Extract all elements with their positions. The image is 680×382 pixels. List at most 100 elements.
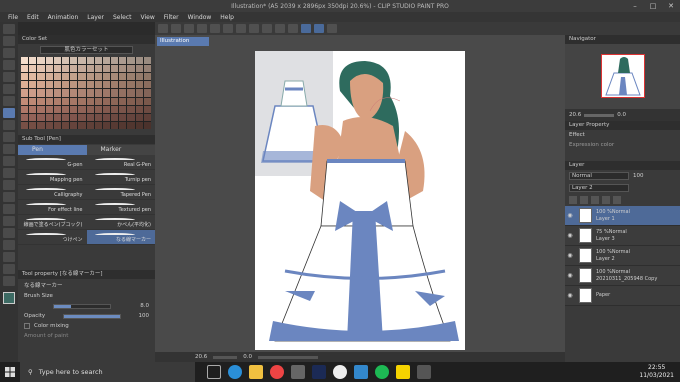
color-swatch[interactable]	[53, 113, 61, 121]
color-swatch[interactable]	[45, 81, 53, 89]
decoration-tool-icon[interactable]	[3, 156, 15, 166]
color-swatch[interactable]	[53, 89, 61, 97]
color-swatch[interactable]	[94, 105, 102, 113]
layer-row[interactable]: ◉ 100 %Normal 20210311_205948 Copy	[565, 266, 680, 286]
color-swatch[interactable]	[135, 65, 143, 73]
brush-item[interactable]: つけペン	[18, 230, 87, 245]
color-swatch[interactable]	[61, 97, 70, 105]
color-swatch[interactable]	[143, 89, 151, 97]
color-swatch[interactable]	[78, 97, 86, 105]
sticky-notes-icon[interactable]	[396, 365, 410, 379]
color-swatch[interactable]	[111, 57, 119, 65]
menu-select[interactable]: Select	[113, 14, 132, 21]
color-swatch[interactable]	[45, 105, 53, 113]
color-swatch[interactable]	[86, 105, 94, 113]
color-swatch[interactable]	[127, 97, 135, 105]
color-swatch[interactable]	[102, 57, 111, 65]
color-swatch[interactable]	[119, 89, 127, 97]
color-swatch[interactable]	[45, 65, 53, 73]
color-swatch[interactable]	[102, 97, 111, 105]
color-swatch[interactable]	[53, 57, 61, 65]
color-swatch[interactable]	[78, 113, 86, 121]
color-swatch[interactable]	[143, 57, 151, 65]
brush-size-row[interactable]: Brush Size	[18, 291, 155, 301]
color-swatch[interactable]	[86, 81, 94, 89]
color-swatch[interactable]	[86, 89, 94, 97]
menu-filter[interactable]: Filter	[164, 14, 179, 21]
brush-item[interactable]: Mapping pen	[18, 170, 87, 185]
airbrush-tool-icon[interactable]	[3, 144, 15, 154]
blend-tool-icon[interactable]	[3, 180, 15, 190]
mask-icon[interactable]	[602, 196, 610, 204]
navigator-zoom-slider[interactable]	[584, 113, 615, 117]
brush-item[interactable]: なる線マーカー	[86, 230, 155, 245]
color-swatch[interactable]	[135, 57, 143, 65]
color-swatch[interactable]	[45, 121, 53, 129]
color-swatch[interactable]	[70, 89, 78, 97]
layer-row[interactable]: ◉ 100 %Normal Layer 1	[565, 206, 680, 226]
color-swatch[interactable]	[102, 105, 111, 113]
color-swatch[interactable]	[70, 81, 78, 89]
color-swatch[interactable]	[135, 105, 143, 113]
color-swatch[interactable]	[78, 89, 86, 97]
file-explorer-icon[interactable]	[249, 365, 263, 379]
menu-layer[interactable]: Layer	[87, 14, 104, 21]
text-tool-icon[interactable]	[3, 252, 15, 262]
color-swatch[interactable]	[86, 113, 94, 121]
color-swatch[interactable]	[45, 97, 53, 105]
chrome-icon[interactable]	[270, 365, 284, 379]
snap-special-ruler-icon[interactable]	[314, 24, 324, 33]
canvas-angle-value[interactable]: 0.0	[243, 354, 252, 360]
color-swatch[interactable]	[127, 105, 135, 113]
color-swatch[interactable]	[70, 121, 78, 129]
brush-tool-icon[interactable]	[3, 132, 15, 142]
color-swatch[interactable]	[45, 57, 53, 65]
visibility-eye-icon[interactable]: ◉	[565, 252, 575, 259]
color-swatch[interactable]	[61, 65, 70, 73]
color-swatch[interactable]	[78, 57, 86, 65]
visibility-eye-icon[interactable]: ◉	[565, 232, 575, 239]
color-swatch[interactable]	[53, 81, 61, 89]
new-folder-icon[interactable]	[580, 196, 588, 204]
color-swatch[interactable]	[86, 73, 94, 81]
color-swatch[interactable]	[127, 73, 135, 81]
color-swatch[interactable]	[119, 65, 127, 73]
new-layer-icon[interactable]	[569, 196, 577, 204]
brush-item[interactable]: かぺん(平均化)	[86, 215, 155, 230]
color-set-tab[interactable]: Color Set	[22, 35, 47, 44]
color-swatch[interactable]	[135, 113, 143, 121]
color-swatch[interactable]	[61, 57, 70, 65]
navigator-tab[interactable]: Navigator	[569, 35, 596, 44]
balloon-tool-icon[interactable]	[3, 264, 15, 274]
pencil-tool-icon[interactable]	[3, 120, 15, 130]
deselect-icon[interactable]	[262, 24, 272, 33]
color-swatch[interactable]	[143, 65, 151, 73]
auto-select-tool-icon[interactable]	[3, 84, 15, 94]
snap-ruler-icon[interactable]	[301, 24, 311, 33]
store-icon[interactable]	[291, 365, 305, 379]
color-swatch[interactable]	[70, 57, 78, 65]
figure-tool-icon[interactable]	[3, 216, 15, 226]
color-swatch[interactable]	[86, 121, 94, 129]
current-layer-name[interactable]: Layer 2	[569, 184, 629, 192]
navigator-panel[interactable]	[565, 44, 680, 109]
minimize-icon[interactable]: –	[626, 0, 644, 12]
visibility-eye-icon[interactable]: ◉	[565, 292, 575, 299]
color-swatch[interactable]	[94, 97, 102, 105]
taskbar-search[interactable]: ⚲ Type here to search	[20, 362, 195, 382]
selection-tool-icon[interactable]	[3, 72, 15, 82]
zoom-tool-icon[interactable]	[3, 24, 15, 34]
color-swatch[interactable]	[21, 65, 29, 73]
color-swatch[interactable]	[111, 97, 119, 105]
gradient-tool-icon[interactable]	[3, 204, 15, 214]
system-clock[interactable]: 22:55 11/03/2021	[639, 364, 674, 380]
new-file-icon[interactable]	[158, 24, 168, 33]
canvas-tab[interactable]: Illustration	[157, 37, 209, 46]
color-swatch[interactable]	[21, 121, 29, 129]
color-swatch[interactable]	[78, 105, 86, 113]
color-swatch[interactable]	[29, 113, 37, 121]
color-swatch[interactable]	[135, 97, 143, 105]
canvas-area[interactable]: Illustration	[155, 35, 565, 352]
color-swatch[interactable]	[70, 97, 78, 105]
color-swatch[interactable]	[21, 113, 29, 121]
